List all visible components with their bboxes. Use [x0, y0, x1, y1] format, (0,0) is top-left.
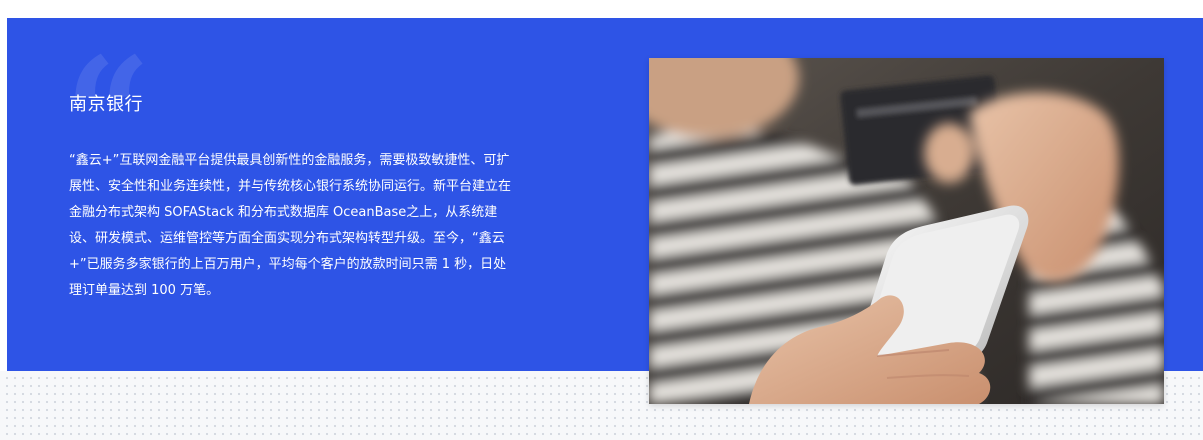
customer-photo: [649, 58, 1164, 404]
testimonial-description: “鑫云+”互联网金融平台提供最具创新性的金融服务，需要极致敏捷性、可扩展性、安全…: [69, 153, 512, 298]
photo-illustration: [649, 58, 1164, 404]
page: “ 南京银行 “鑫云+”互联网金融平台提供最具创新性的金融服务，需要极致敏捷性、…: [0, 0, 1203, 440]
bank-name: 南京银行: [69, 94, 143, 115]
